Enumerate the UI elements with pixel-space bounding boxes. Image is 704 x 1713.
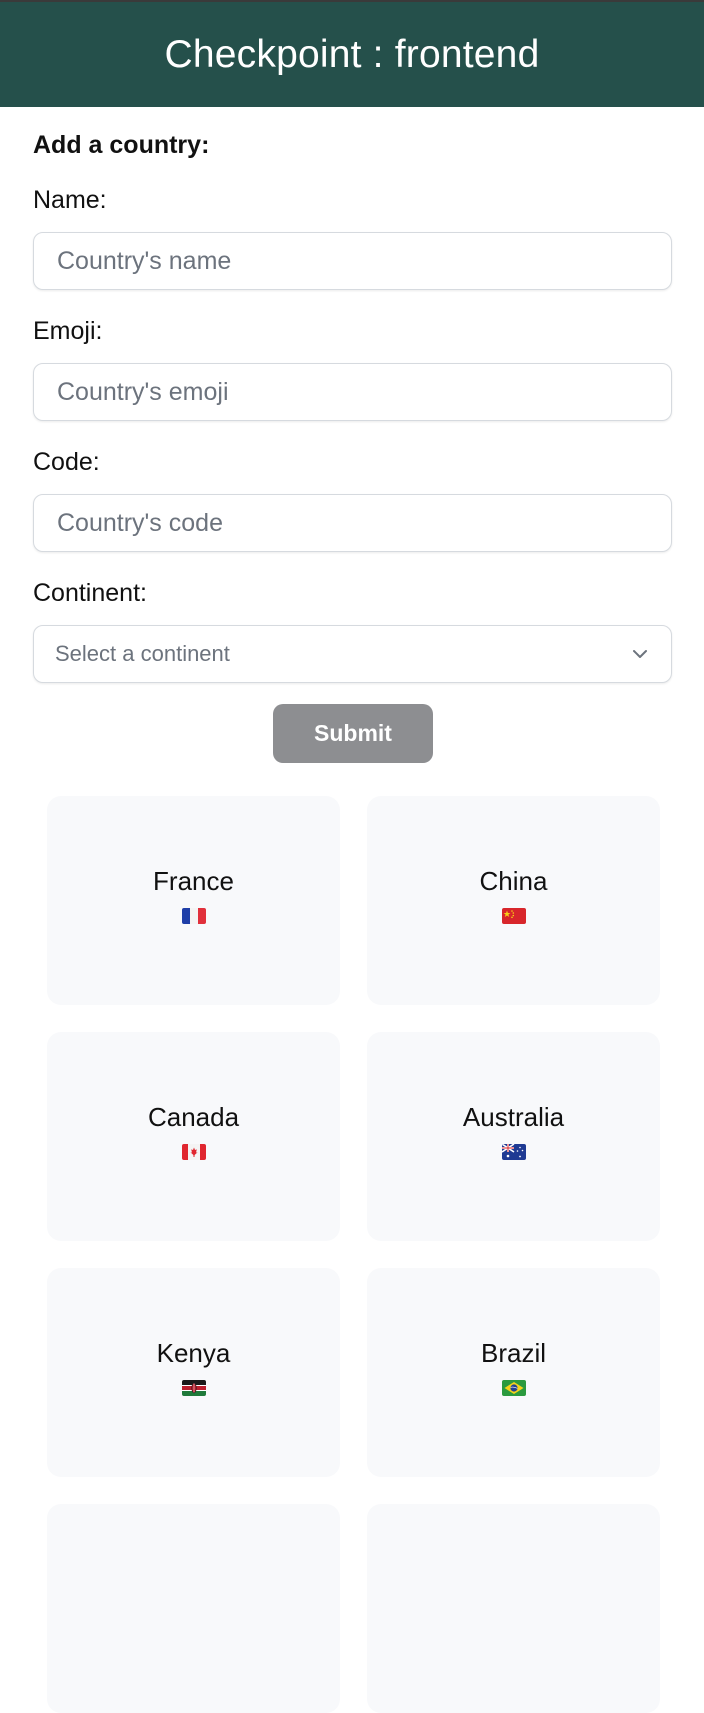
country-name: Brazil <box>480 1338 546 1368</box>
country-name: China <box>479 866 548 896</box>
country-card[interactable] <box>47 1504 340 1713</box>
name-field <box>33 232 672 290</box>
country-name: Kenya <box>156 1338 231 1368</box>
country-name: Canada <box>147 1102 240 1132</box>
code-field <box>33 494 672 552</box>
country-card[interactable]: Kenya <box>47 1268 340 1477</box>
emoji-field <box>33 363 672 421</box>
name-label: Name: <box>33 186 107 214</box>
emoji-input[interactable] <box>55 376 649 408</box>
country-name: France <box>153 866 234 896</box>
form-heading: Add a country: <box>33 131 210 159</box>
australia-flag-icon <box>501 1144 526 1160</box>
continent-select[interactable]: Select a continent <box>33 625 672 683</box>
country-card[interactable] <box>367 1504 660 1713</box>
emoji-label: Emoji: <box>33 317 103 345</box>
kenya-flag-icon <box>181 1380 206 1396</box>
country-card-grid: France China Canada Australia Kenya Braz… <box>0 0 704 1713</box>
country-name: Australia <box>462 1102 565 1132</box>
china-flag-icon <box>501 908 526 924</box>
continent-select-value: Select a continent <box>55 641 230 666</box>
continent-label: Continent: <box>33 579 147 607</box>
submit-button[interactable]: Submit <box>273 704 433 763</box>
chevron-down-icon <box>633 650 647 658</box>
country-card[interactable]: Brazil <box>367 1268 660 1477</box>
code-label: Code: <box>33 448 100 476</box>
code-input[interactable] <box>55 507 649 539</box>
country-card[interactable]: France <box>47 796 340 1005</box>
country-card[interactable]: Canada <box>47 1032 340 1241</box>
app-header: Checkpoint : frontend <box>0 2 704 107</box>
france-flag-icon <box>181 908 206 924</box>
country-card[interactable]: China <box>367 796 660 1005</box>
canada-flag-icon <box>181 1144 206 1160</box>
brazil-flag-icon <box>501 1380 526 1396</box>
page-title: Checkpoint : frontend <box>164 32 540 76</box>
name-input[interactable] <box>55 245 649 277</box>
country-card[interactable]: Australia <box>367 1032 660 1241</box>
